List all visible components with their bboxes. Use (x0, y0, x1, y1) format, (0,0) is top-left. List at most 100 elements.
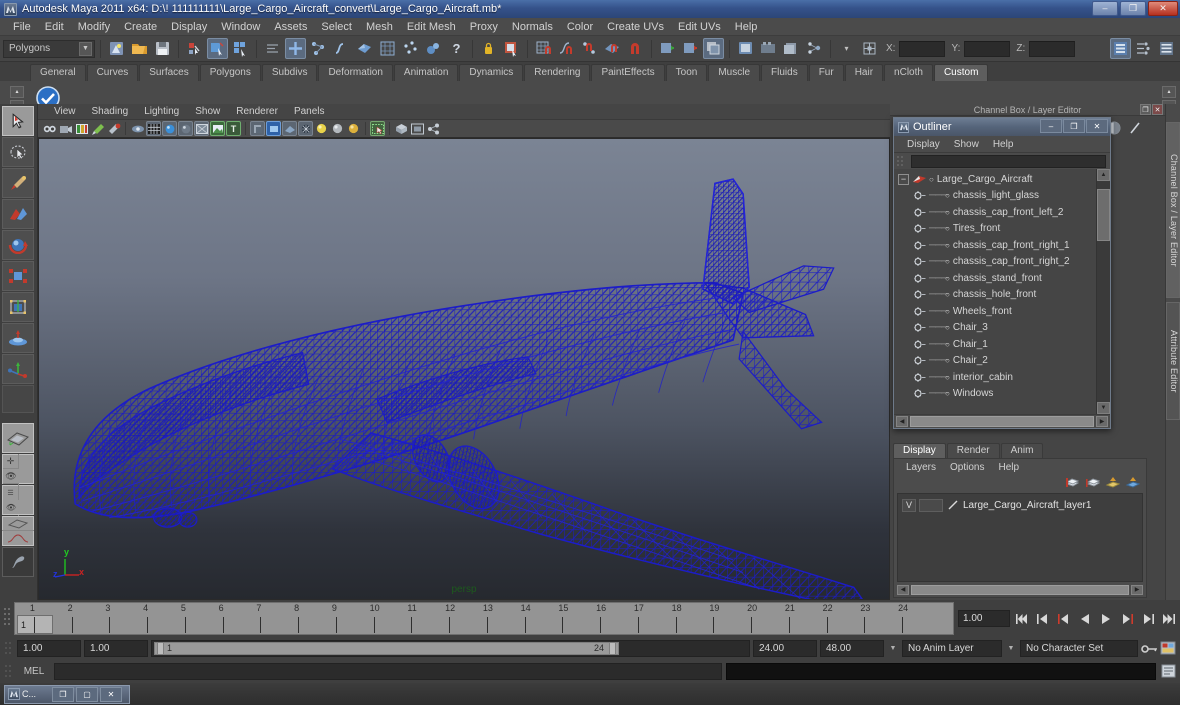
outliner-row[interactable]: ─── ○ chassis_light_glass (894, 188, 1096, 205)
open-render-view-icon[interactable] (703, 38, 724, 59)
animation-end-time-field[interactable]: 48.00 (820, 639, 884, 657)
new-layer-from-selected-icon[interactable] (1065, 477, 1080, 490)
smooth-shade-all-icon[interactable] (162, 121, 177, 136)
outliner-row[interactable]: ─── ○ Windows (894, 386, 1096, 403)
step-back-frame-button[interactable] (1054, 609, 1073, 629)
camera-attributes-icon[interactable] (58, 121, 73, 136)
auto-keyframe-toggle-icon[interactable] (1141, 640, 1157, 656)
shelf-tab-subdivs[interactable]: Subdivs (261, 64, 318, 81)
transform-mode-arrow-icon[interactable]: ▾ (836, 38, 857, 59)
side-tab-channel-box[interactable]: Channel Box / Layer Editor (1166, 122, 1180, 298)
render-current-frame-icon[interactable] (735, 38, 756, 59)
current-time-field[interactable]: 1.00 (958, 610, 1010, 627)
menu-help[interactable]: Help (728, 18, 765, 36)
command-language-label[interactable]: MEL (18, 666, 50, 677)
menu-file[interactable]: File (6, 18, 38, 36)
taskbar-maximize-button[interactable]: ▢ (76, 686, 98, 702)
x-input[interactable] (899, 40, 946, 57)
pivots-mask-icon[interactable] (400, 38, 421, 59)
layer-visibility-toggle[interactable]: V (902, 498, 916, 512)
persp-graph-layout-button[interactable] (2, 516, 34, 546)
outliner-row[interactable]: ─── ○ Chair_3 (894, 320, 1096, 337)
show-hide-attribute-editor-icon[interactable] (1110, 38, 1131, 59)
shadows-icon[interactable] (250, 121, 265, 136)
range-slider-bar[interactable]: 1 24 (151, 639, 750, 657)
shelf-tab-ncloth[interactable]: nCloth (884, 64, 933, 81)
menu-mesh[interactable]: Mesh (359, 18, 400, 36)
use-all-lights-icon[interactable]: T (226, 121, 241, 136)
outliner-hscroll-left-icon[interactable]: ◀ (896, 416, 908, 427)
outliner-row-root[interactable]: − ○ Large_Cargo_Aircraft (894, 171, 1096, 188)
menu-assets[interactable]: Assets (267, 18, 314, 36)
isolate-select-icon[interactable] (370, 121, 385, 136)
last-tool-used-button[interactable] (2, 385, 34, 413)
chevron-down-icon[interactable]: ▼ (79, 41, 92, 56)
select-by-component-type-icon[interactable] (230, 38, 251, 59)
outliner-vertical-scrollbar[interactable]: ▲ ▼ (1096, 169, 1110, 414)
outliner-row[interactable]: ─── ○ Chair_1 (894, 336, 1096, 353)
shelf-tab-general[interactable]: General (30, 64, 86, 81)
shelf-tab-custom[interactable]: Custom (933, 64, 989, 81)
all-lights-icon[interactable] (346, 121, 361, 136)
move-tool-button[interactable] (2, 199, 34, 229)
universal-manipulator-tool-button[interactable] (2, 292, 34, 322)
range-end-time-field[interactable]: 24.00 (753, 639, 817, 657)
taskbar-item[interactable]: C... ❐ ▢ ✕ (4, 684, 130, 704)
range-slider-left-handle[interactable] (157, 641, 164, 655)
share-viewport-icon[interactable] (426, 121, 441, 136)
layer-hscroll-right-icon[interactable]: ▶ (1131, 584, 1143, 595)
outliner-row[interactable]: ─── ○ Chair_2 (894, 353, 1096, 370)
lines-mask-icon[interactable] (331, 38, 352, 59)
anim-layer-select[interactable]: No Anim Layer (902, 639, 1002, 657)
range-slider-right-handle[interactable] (609, 641, 616, 655)
layer-hscroll-left-icon[interactable]: ◀ (897, 584, 909, 595)
handles-mask-icon[interactable] (285, 38, 306, 59)
outliner-row[interactable]: ─── ○ chassis_hole_front (894, 287, 1096, 304)
outliner-row[interactable]: ─── ○ Wheels_front (894, 303, 1096, 320)
menu-window[interactable]: Window (214, 18, 267, 36)
help-mask-icon[interactable]: ? (446, 38, 467, 59)
command-input[interactable] (54, 662, 722, 680)
layer-editor-tab-render[interactable]: Render (946, 443, 1000, 458)
outliner-scroll-up-icon[interactable]: ▲ (1097, 169, 1110, 181)
ipr-render-icon[interactable] (758, 38, 779, 59)
scale-tool-button[interactable] (2, 261, 34, 291)
absolute-transform-icon[interactable] (859, 38, 880, 59)
animation-start-time-field[interactable]: 1.00 (17, 639, 81, 657)
highlight-selection-icon[interactable] (501, 38, 522, 59)
menu-display[interactable]: Display (164, 18, 214, 36)
viewport-menu-view[interactable]: View (46, 106, 84, 117)
outliner-row[interactable]: ─── ○ chassis_cap_front_right_1 (894, 237, 1096, 254)
outliner-maximize-button[interactable]: ❐ (1063, 119, 1085, 133)
points-mask-icon[interactable] (308, 38, 329, 59)
outliner-persp-layout-button[interactable]: ☰ 👁 ☰ A (2, 485, 34, 542)
script-editor-icon[interactable] (1160, 663, 1176, 679)
smooth-shade-selected-icon[interactable] (178, 121, 193, 136)
menu-edit-uvs[interactable]: Edit UVs (671, 18, 728, 36)
hulls-mask-icon[interactable] (377, 38, 398, 59)
taskbar-restore-button[interactable]: ❐ (52, 686, 74, 702)
viewport-3d[interactable]: y x z persp (38, 138, 890, 600)
play-forwards-button[interactable] (1096, 609, 1115, 629)
render-settings-icon[interactable] (781, 38, 802, 59)
layer-row[interactable]: V Large_Cargo_Aircraft_layer1 (898, 497, 1142, 513)
hypershade-icon[interactable] (804, 38, 825, 59)
layer-editor-tab-display[interactable]: Display (893, 443, 946, 458)
select-tool-button[interactable] (2, 106, 34, 136)
shelf-tab-animation[interactable]: Animation (393, 64, 459, 81)
select-camera-icon[interactable] (42, 121, 57, 136)
texture-display-icon[interactable] (210, 121, 225, 136)
show-hide-channel-box-icon[interactable] (1156, 38, 1177, 59)
menu-normals[interactable]: Normals (505, 18, 560, 36)
xray-display-icon[interactable] (266, 121, 281, 136)
select-by-hierarchy-icon[interactable] (184, 38, 205, 59)
animation-preferences-icon[interactable] (1160, 640, 1176, 656)
character-set-select[interactable]: No Character Set (1020, 639, 1138, 657)
anim-layer-arrow-icon[interactable]: ▼ (1005, 645, 1017, 652)
outliner-scroll-track[interactable] (1097, 181, 1110, 402)
layer-editor-tab-anim[interactable]: Anim (1000, 443, 1044, 458)
shelf-tab-fluids[interactable]: Fluids (761, 64, 808, 81)
range-slider-handle-area[interactable]: 1 24 (154, 641, 619, 655)
outliner-expand-toggle[interactable]: − (898, 173, 909, 185)
go-to-end-button[interactable] (1159, 609, 1178, 629)
